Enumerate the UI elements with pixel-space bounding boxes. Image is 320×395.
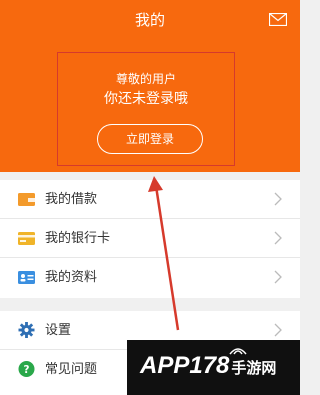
- svg-text:?: ?: [23, 364, 29, 376]
- mail-icon[interactable]: [269, 13, 287, 26]
- menu-item-label: 我的资料: [45, 270, 98, 285]
- watermark-logo: APP178 手游网: [127, 340, 300, 395]
- chevron-right-icon: [274, 231, 282, 245]
- gear-icon: [18, 322, 35, 338]
- chevron-right-icon: [274, 270, 282, 284]
- greeting-text: 尊敬的用户: [115, 72, 176, 86]
- menu-item-my-profile[interactable]: 我的资料: [0, 258, 300, 297]
- menu-item-my-loans[interactable]: 我的借款: [0, 180, 300, 219]
- watermark-subtext: 手游网: [231, 360, 277, 377]
- question-icon: ?: [18, 361, 35, 377]
- chevron-right-icon: [274, 192, 282, 206]
- menu-item-label: 我的银行卡: [45, 231, 111, 246]
- chevron-right-icon: [274, 323, 282, 337]
- login-button[interactable]: 立即登录: [97, 124, 203, 154]
- menu-item-label: 我的借款: [45, 192, 98, 207]
- login-status-text: 你还未登录哦: [104, 91, 188, 107]
- page-title: 我的: [134, 11, 165, 29]
- bank-card-icon: [18, 232, 35, 245]
- menu-item-label: 设置: [45, 323, 72, 338]
- menu-item-label: 常见问题: [45, 362, 98, 377]
- menu-group-account: 我的借款 我的银行卡 我的资料: [0, 180, 300, 298]
- id-card-icon: [18, 271, 35, 284]
- profile-header: 我的 尊敬的用户 你还未登录哦 立即登录: [0, 0, 300, 172]
- menu-item-bank-cards[interactable]: 我的银行卡: [0, 219, 300, 258]
- wallet-icon: [18, 193, 35, 206]
- watermark-text: APP178: [140, 352, 230, 379]
